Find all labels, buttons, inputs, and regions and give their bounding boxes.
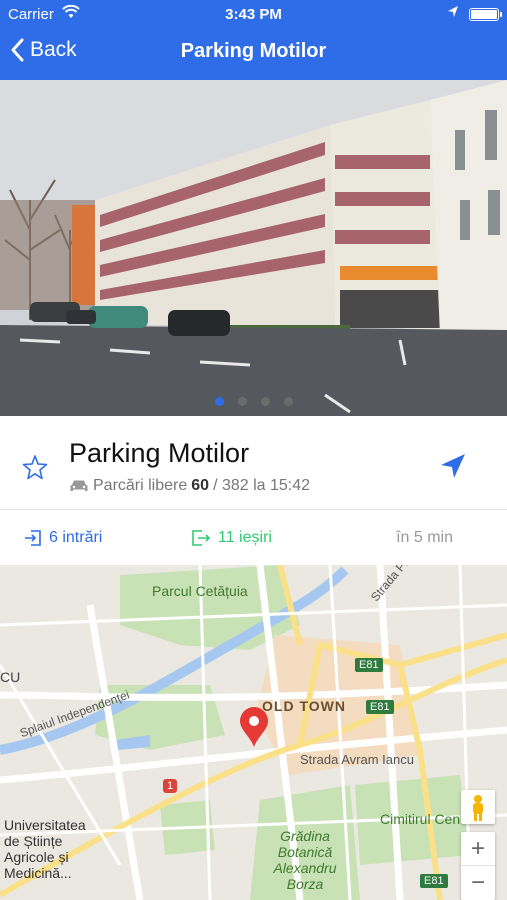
enter-icon xyxy=(25,530,41,546)
status-bar: Carrier 3:43 PM xyxy=(0,0,507,28)
free-spots-label: Parcări libere xyxy=(93,477,188,494)
map-view[interactable]: Parcul Cetățuia OLD TOWN Splaiul Indepen… xyxy=(0,565,507,900)
map-label-university: Universitatea de Științe Agricole și Med… xyxy=(4,817,86,881)
free-spots-count: 60 xyxy=(191,477,210,494)
exit-icon xyxy=(192,530,211,546)
carousel-dot[interactable] xyxy=(283,397,293,406)
page-title: Parking Motilor xyxy=(180,40,327,62)
navigate-button[interactable] xyxy=(439,452,467,485)
location-icon xyxy=(447,5,459,23)
nav-bar: Back Parking Motilor xyxy=(0,32,507,72)
zoom-in-button[interactable]: + xyxy=(461,832,495,866)
map-label-e81-3: E81 xyxy=(420,874,448,888)
parking-name: Parking Motilor xyxy=(69,438,250,468)
parking-info-panel: Parking Motilor Parcări libere 60 / 382 … xyxy=(0,416,507,510)
exits-count: 11 ieșiri xyxy=(218,529,272,546)
car-icon xyxy=(70,480,88,491)
map-zoom-controls: + − xyxy=(461,832,495,900)
parking-photo-carousel[interactable] xyxy=(0,80,507,416)
battery-icon xyxy=(469,8,502,21)
map-label-cu: CU xyxy=(0,669,21,685)
status-time: 3:43 PM xyxy=(225,6,282,23)
carousel-dot[interactable] xyxy=(260,397,270,406)
interval-label: în 5 min xyxy=(396,529,453,546)
app-header: Carrier 3:43 PM Back Parking Motilor xyxy=(0,0,507,80)
map-label-e81-1: E81 xyxy=(355,658,383,672)
traffic-stats-row: 6 intrări 11 ieșiri în 5 min xyxy=(0,511,507,565)
map-label-route-1: 1 xyxy=(163,779,178,793)
map-label-botanical-garden: Grădina Botanică Alexandru Borza xyxy=(273,828,337,892)
street-view-pegman-icon[interactable] xyxy=(461,790,495,824)
zoom-out-button[interactable]: − xyxy=(461,866,495,900)
carousel-page-indicator xyxy=(0,397,507,406)
parking-location-pin-icon[interactable] xyxy=(238,706,270,753)
total-spots-text: / 382 la 15:42 xyxy=(213,477,311,494)
map-label-avram-iancu: Strada Avram Iancu xyxy=(300,752,414,767)
entries-stat: 6 intrări xyxy=(24,529,102,547)
favorite-star-icon[interactable] xyxy=(22,454,48,485)
map-label-cemetery: Cimitirul Centr xyxy=(380,811,469,827)
carousel-dot[interactable] xyxy=(237,397,247,406)
exits-stat: 11 ieșiri xyxy=(191,529,272,547)
entries-count: 6 intrări xyxy=(49,529,103,546)
parking-building-image xyxy=(0,80,507,416)
map-label-park: Parcul Cetățuia xyxy=(152,583,248,599)
map-label-e81-2: E81 xyxy=(366,700,394,714)
navigation-arrow-icon xyxy=(441,454,465,478)
map-label-old-town: OLD TOWN xyxy=(262,698,346,714)
availability-row: Parcări libere 60 / 382 la 15:42 xyxy=(69,477,310,495)
carousel-dot[interactable] xyxy=(214,397,224,406)
